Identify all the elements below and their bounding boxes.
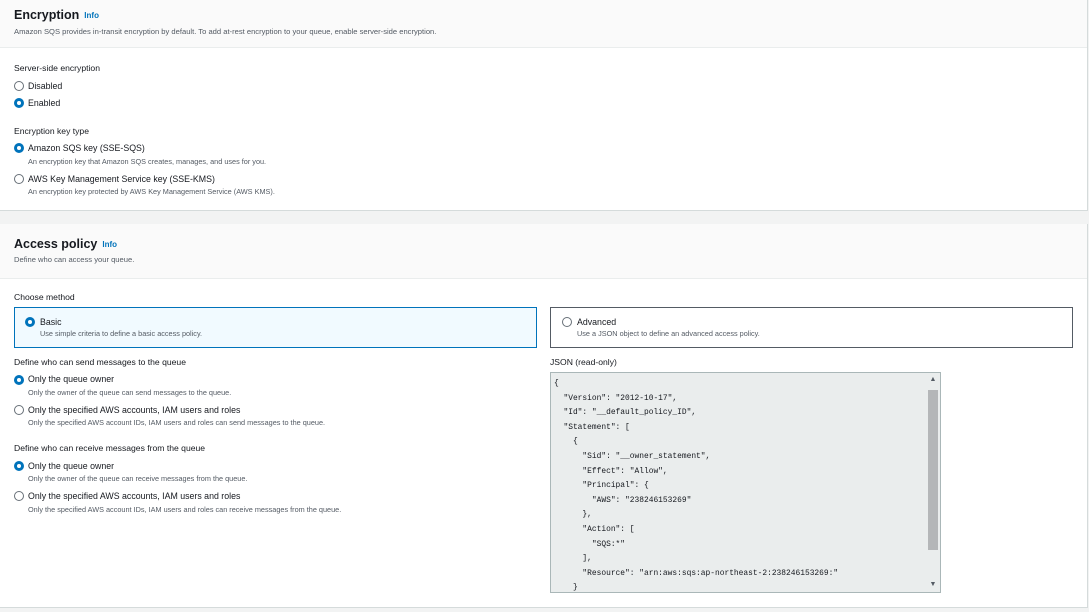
- receive-owner-radio[interactable]: [14, 461, 24, 471]
- encryption-info-link[interactable]: Info: [84, 11, 99, 20]
- method-advanced-radio[interactable]: [562, 317, 572, 327]
- sse-disabled-radio[interactable]: [14, 81, 24, 91]
- receive-specified-radio[interactable]: [14, 491, 24, 501]
- access-policy-header: Access policy Info Define who can access …: [0, 224, 1087, 279]
- sse-sqs-radio[interactable]: [14, 143, 24, 153]
- access-policy-title: Access policy Info: [14, 237, 117, 251]
- access-policy-title-text: Access policy: [14, 237, 98, 251]
- method-advanced-description: Use a JSON object to define an advanced …: [577, 329, 760, 338]
- sse-sqs-label[interactable]: Amazon SQS key (SSE-SQS): [28, 143, 145, 153]
- method-advanced-tile[interactable]: Advanced Use a JSON object to define an …: [550, 307, 1073, 348]
- receive-label: Define who can receive messages from the…: [14, 443, 206, 453]
- access-policy-description: Define who can access your queue.: [14, 255, 135, 264]
- sse-sqs-description: An encryption key that Amazon SQS create…: [28, 157, 267, 166]
- sse-label: Server-side encryption: [14, 63, 100, 73]
- send-specified-description: Only the specified AWS account IDs, IAM …: [28, 418, 326, 427]
- receive-specified-description: Only the specified AWS account IDs, IAM …: [28, 505, 342, 514]
- sse-kms-label[interactable]: AWS Key Management Service key (SSE-KMS): [28, 174, 215, 184]
- sse-kms-description: An encryption key protected by AWS Key M…: [28, 187, 275, 196]
- choose-method-label: Choose method: [14, 292, 75, 302]
- receive-owner-label[interactable]: Only the queue owner: [28, 461, 114, 471]
- send-owner-description: Only the owner of the queue can send mes…: [28, 388, 232, 397]
- sse-enabled-radio[interactable]: [14, 98, 24, 108]
- send-specified-label[interactable]: Only the specified AWS accounts, IAM use…: [28, 405, 240, 415]
- receive-specified-label[interactable]: Only the specified AWS accounts, IAM use…: [28, 491, 240, 501]
- sse-disabled-label[interactable]: Disabled: [28, 81, 62, 91]
- send-label: Define who can send messages to the queu…: [14, 357, 186, 367]
- encryption-title: Encryption Info: [14, 8, 99, 22]
- encryption-header: Encryption Info Amazon SQS provides in-tr…: [0, 0, 1087, 48]
- access-policy-info-link[interactable]: Info: [102, 240, 117, 249]
- sse-kms-radio[interactable]: [14, 174, 24, 184]
- json-policy-text: { "Version": "2012-10-17", "Id": "__defa…: [554, 379, 839, 593]
- sse-enabled-label[interactable]: Enabled: [28, 98, 60, 108]
- json-policy-viewer[interactable]: { "Version": "2012-10-17", "Id": "__defa…: [550, 372, 941, 593]
- key-type-label: Encryption key type: [14, 126, 89, 136]
- send-owner-radio[interactable]: [14, 375, 24, 385]
- method-advanced-label[interactable]: Advanced: [577, 317, 616, 327]
- encryption-panel: Encryption Info Amazon SQS provides in-tr…: [0, 0, 1088, 211]
- method-basic-description: Use simple criteria to define a basic ac…: [40, 329, 203, 338]
- encryption-description: Amazon SQS provides in-transit encryptio…: [14, 27, 437, 36]
- send-specified-radio[interactable]: [14, 405, 24, 415]
- scroll-up-arrow-icon[interactable]: ▲: [927, 375, 939, 385]
- method-basic-tile[interactable]: Basic Use simple criteria to define a ba…: [14, 307, 537, 348]
- scrollbar-thumb[interactable]: [928, 390, 938, 550]
- method-basic-radio[interactable]: [25, 317, 35, 327]
- receive-owner-description: Only the owner of the queue can receive …: [28, 474, 248, 483]
- scroll-down-arrow-icon[interactable]: ▼: [927, 580, 939, 590]
- method-basic-label[interactable]: Basic: [40, 317, 62, 327]
- json-scrollbar[interactable]: ▲ ▼: [927, 374, 939, 591]
- encryption-title-text: Encryption: [14, 8, 80, 22]
- json-label: JSON (read-only): [550, 357, 617, 367]
- send-owner-label[interactable]: Only the queue owner: [28, 374, 114, 384]
